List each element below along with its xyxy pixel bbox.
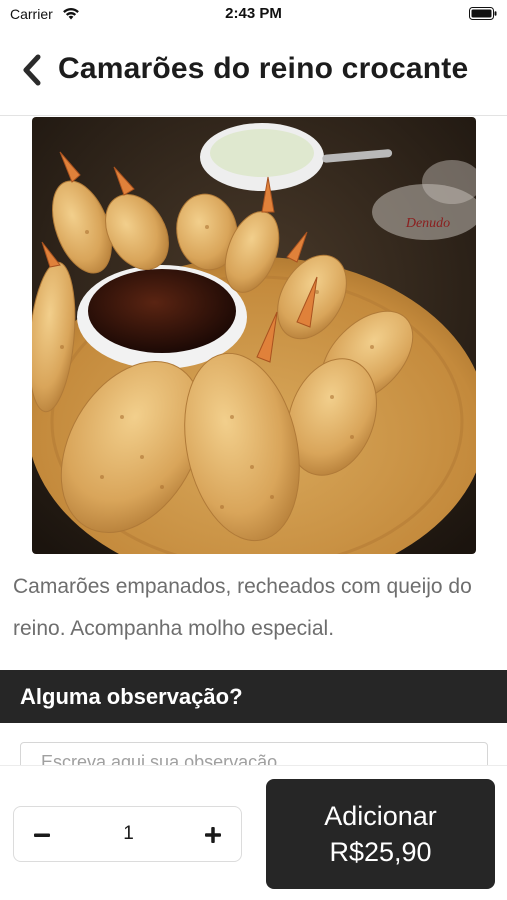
plus-icon (205, 827, 221, 843)
status-time: 2:43 PM (225, 5, 282, 22)
observation-title: Alguma observação? (20, 684, 243, 709)
observation-header: Alguma observação? (0, 670, 507, 723)
fried-shrimp-photo: Denudo (32, 117, 476, 554)
battery-icon (469, 7, 497, 20)
nav-bar: Camarões do reino crocante (0, 30, 507, 116)
minus-icon (34, 833, 50, 837)
quantity-value: 1 (123, 823, 134, 844)
increase-quantity-button[interactable] (193, 815, 233, 855)
add-button-label: Adicionar (324, 801, 437, 831)
product-image: Denudo (32, 117, 476, 554)
quantity-stepper: 1 (13, 806, 242, 862)
status-bar: Carrier 2:43 PM (0, 0, 507, 30)
image-watermark: Denudo (405, 216, 450, 231)
add-to-cart-button[interactable]: Adicionar R$25,90 (266, 779, 495, 889)
decrease-quantity-button[interactable] (22, 815, 62, 855)
order-bar: 1 Adicionar R$25,90 (0, 765, 507, 900)
product-description: Camarões empanados, recheados com queijo… (13, 575, 472, 640)
add-button-price: R$25,90 (329, 837, 432, 867)
chevron-left-icon (23, 54, 41, 86)
page-title: Camarões do reino crocante (58, 52, 469, 85)
back-button[interactable] (14, 50, 50, 90)
